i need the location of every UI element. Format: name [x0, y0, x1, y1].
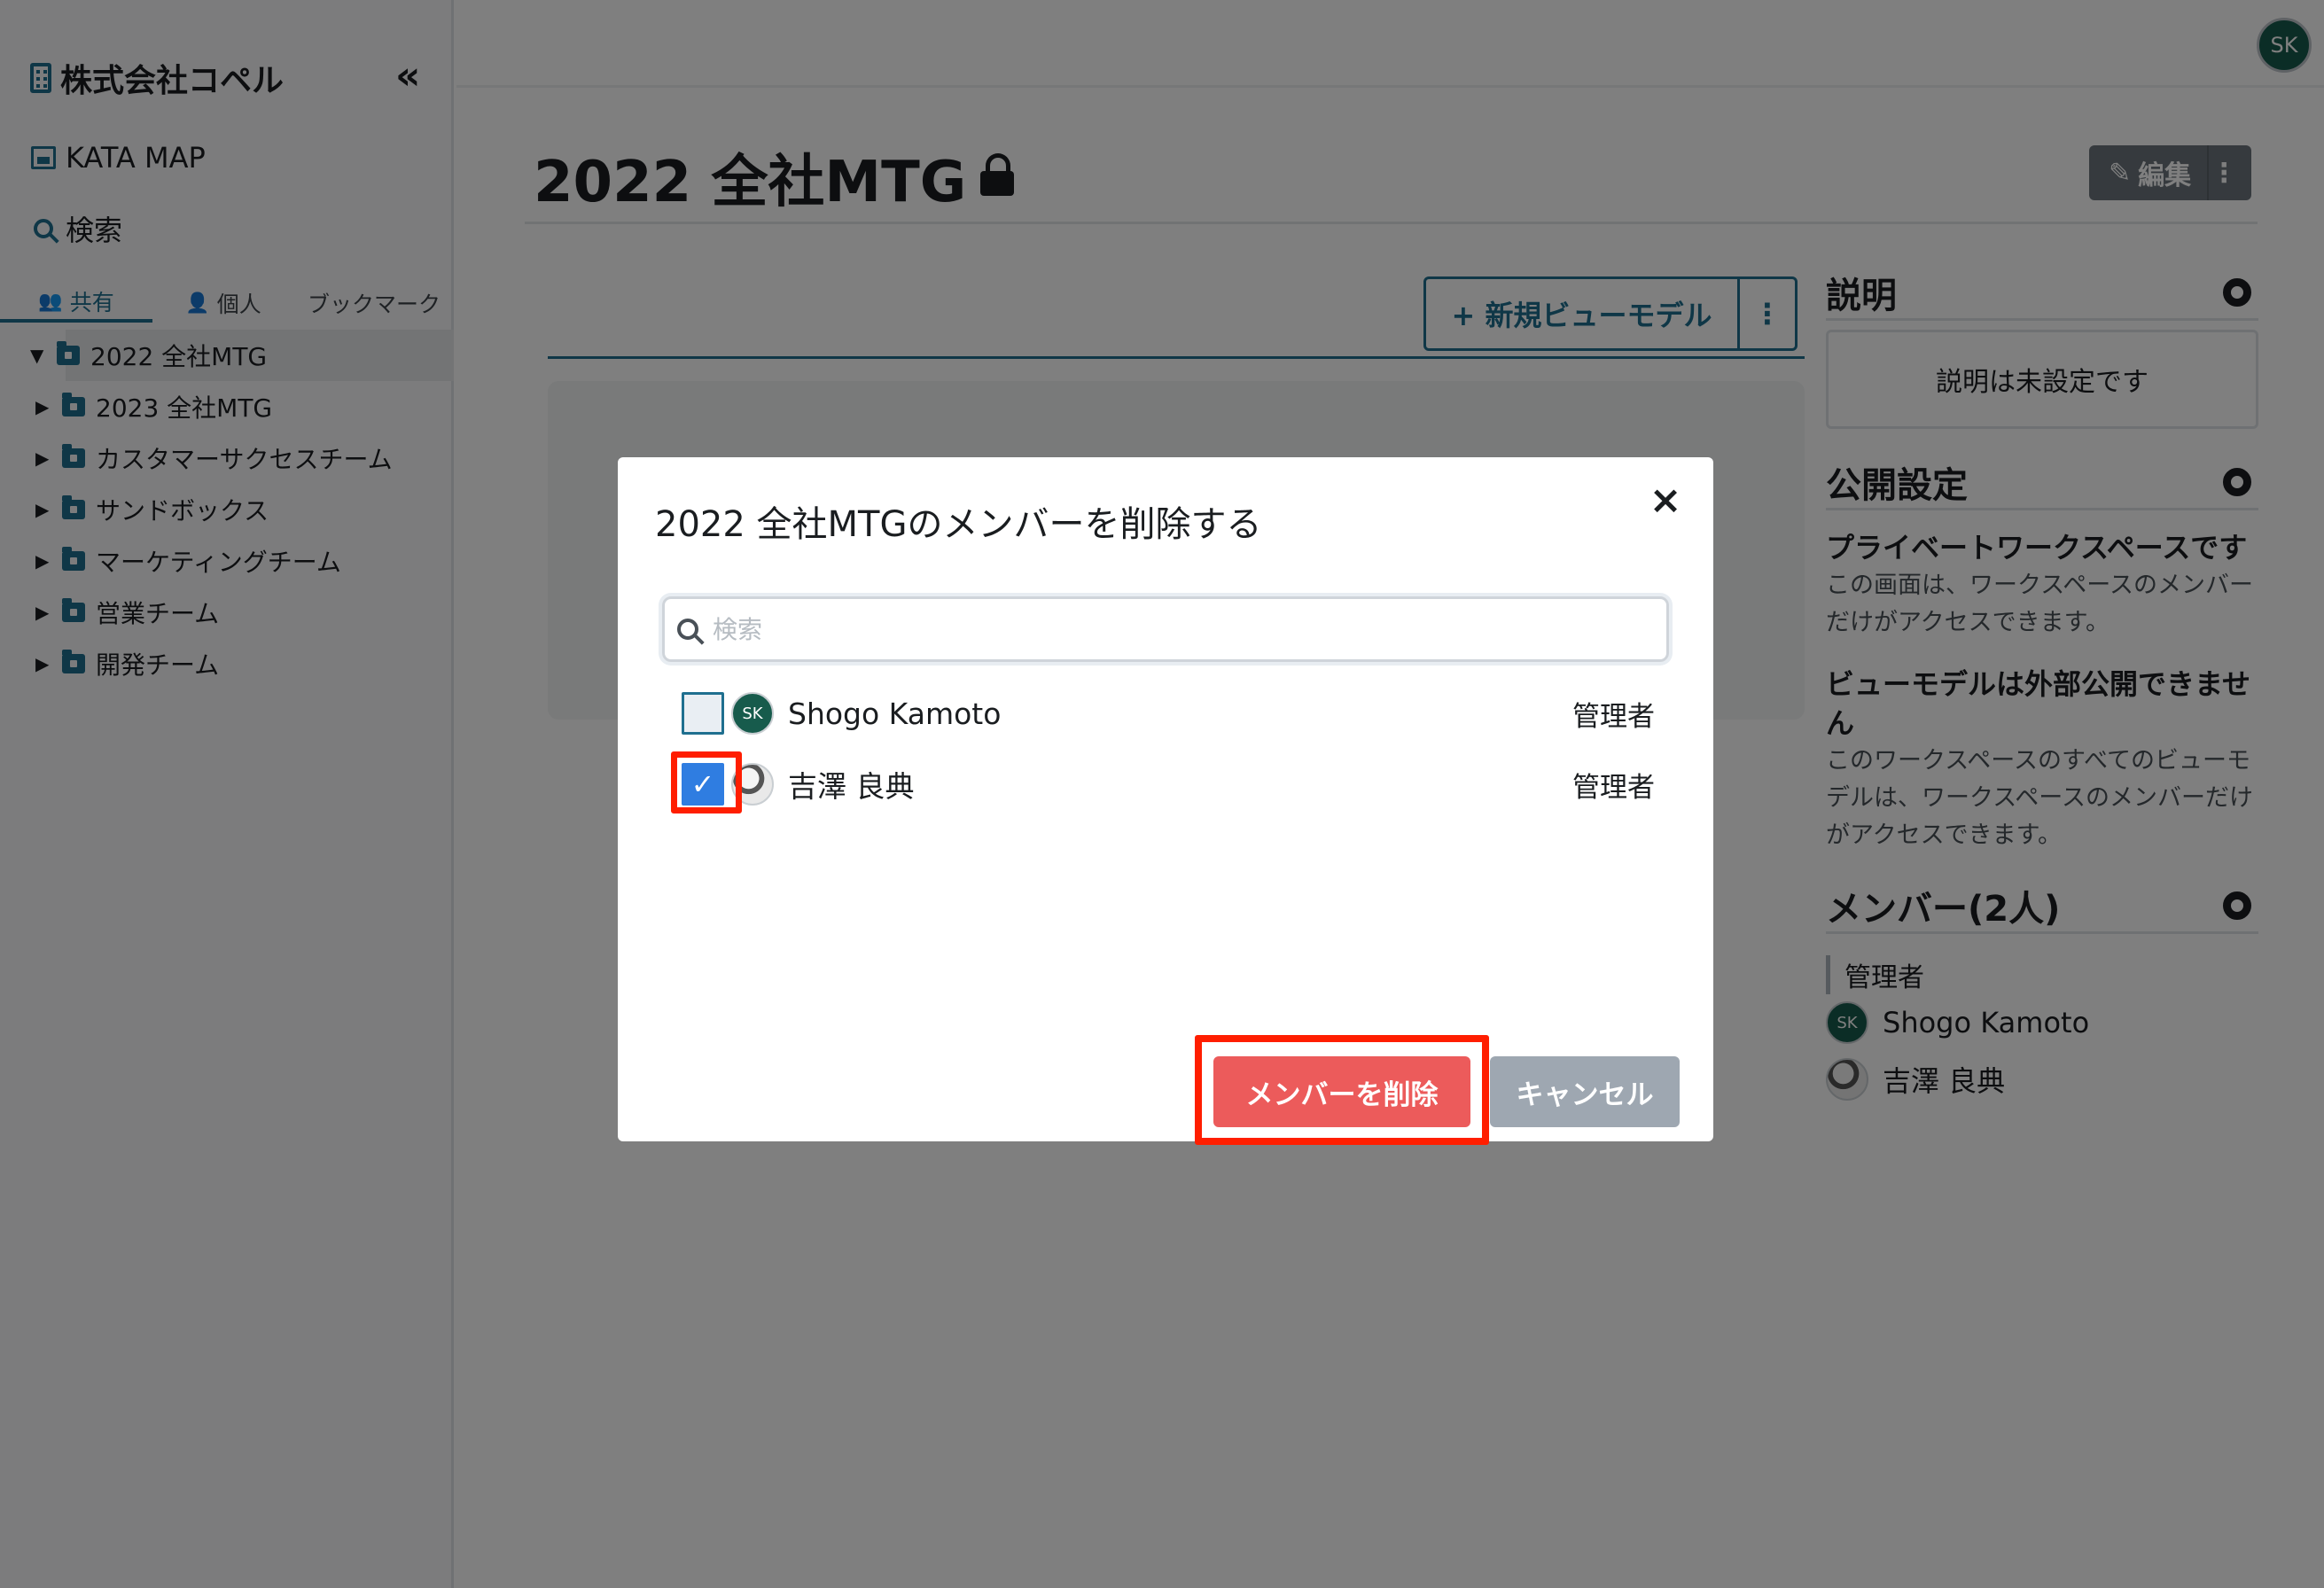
member-name: 吉澤 良典 — [788, 769, 915, 804]
remove-members-dialog: 2022 全社MTGのメンバーを削除する × SK Shogo Kamoto 管… — [618, 457, 1713, 1141]
member-search-input[interactable] — [713, 614, 1599, 644]
member-role: 管理者 — [1572, 700, 1655, 733]
cancel-button[interactable]: キャンセル — [1490, 1056, 1680, 1127]
member-option[interactable]: ✓ 吉澤 良典 管理者 — [682, 755, 1655, 813]
check-icon: ✓ — [690, 767, 715, 801]
dialog-title: 2022 全社MTGのメンバーを削除する — [655, 504, 1262, 545]
close-icon[interactable]: × — [1641, 475, 1690, 525]
member-checkbox[interactable] — [682, 692, 724, 735]
delete-members-button[interactable]: メンバーを削除 — [1213, 1056, 1470, 1127]
avatar: SK — [731, 692, 774, 735]
member-checkbox[interactable]: ✓ — [682, 763, 724, 806]
member-search-field[interactable] — [662, 596, 1669, 662]
avatar — [731, 763, 774, 806]
member-option[interactable]: SK Shogo Kamoto 管理者 — [682, 684, 1655, 743]
member-name: Shogo Kamoto — [788, 696, 1002, 731]
search-icon — [677, 619, 698, 640]
member-role: 管理者 — [1572, 771, 1655, 804]
